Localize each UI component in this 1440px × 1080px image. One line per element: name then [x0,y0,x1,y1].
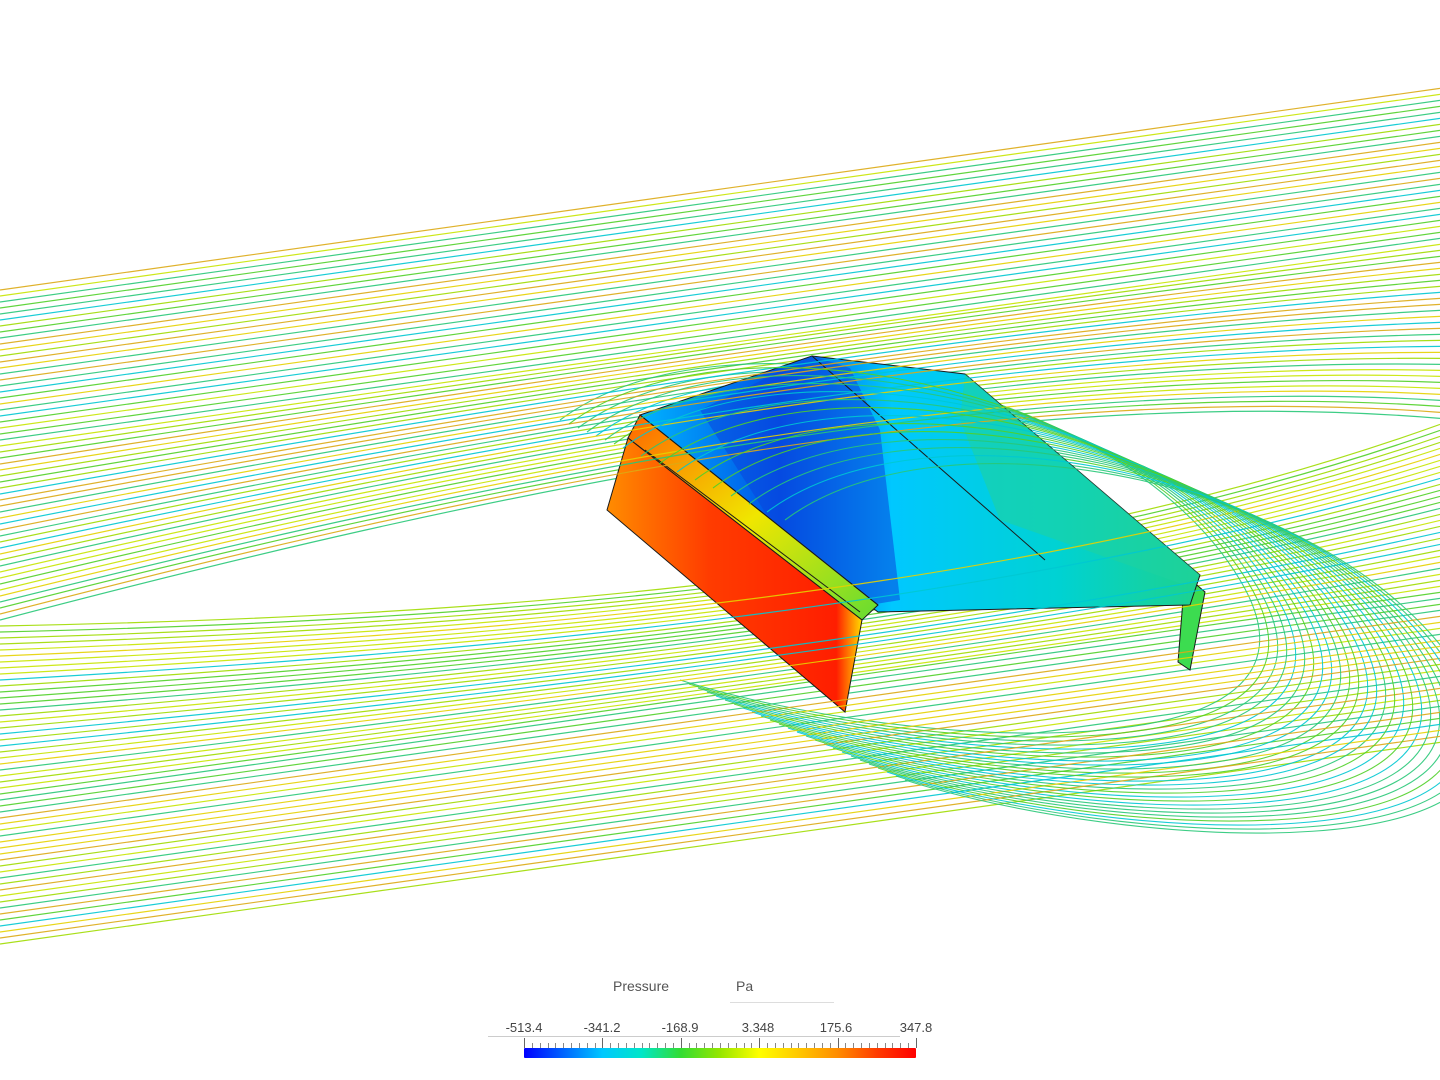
streamline [0,87,1440,291]
streamline [0,135,1440,339]
pressure-colorbar [524,1048,916,1058]
legend-unit-label: Pa [736,978,754,994]
streamline [0,99,1440,303]
legend-label-divider [488,1036,900,1037]
colorbar-major-tick [524,1038,525,1048]
streamline [0,147,1440,351]
streamline [0,735,1440,939]
streamline [0,111,1440,315]
legend-tick-label: -341.2 [583,1020,621,1035]
colorbar-major-tick [759,1038,761,1048]
streamline [0,141,1440,345]
streamline [0,123,1440,327]
colorbar-major-tick [602,1038,604,1048]
streamline [0,117,1440,321]
streamline [0,159,1440,363]
legend-tick-label: 175.6 [819,1020,853,1035]
legend-quantity-label: Pressure [613,978,670,994]
streamline [0,189,1440,393]
streamline [0,165,1440,369]
simulation-viewport[interactable] [0,0,1440,960]
legend-tick-label: 3.348 [741,1020,775,1035]
colorbar-major-tick [837,1038,839,1048]
legend-unit-underline [730,1002,834,1003]
colorbar-ticks [524,1038,917,1048]
streamline [0,699,1440,903]
streamline [0,597,1440,801]
streamline [0,741,1440,945]
legend-tick-label: -168.9 [661,1020,699,1035]
legend-tick-label: 347.8 [899,1020,933,1035]
streamline [0,651,1440,855]
colorbar-major-tick [680,1038,682,1048]
streamline [0,633,1440,837]
streamline [0,213,1440,417]
streamline [0,93,1440,297]
streamline [0,105,1440,309]
pressure-legend: Pressure Pa -513.4 -341.2 -168.9 3.348 1… [480,970,960,1070]
legend-tick-label: -513.4 [505,1020,543,1035]
colorbar-major-tick [916,1038,917,1048]
